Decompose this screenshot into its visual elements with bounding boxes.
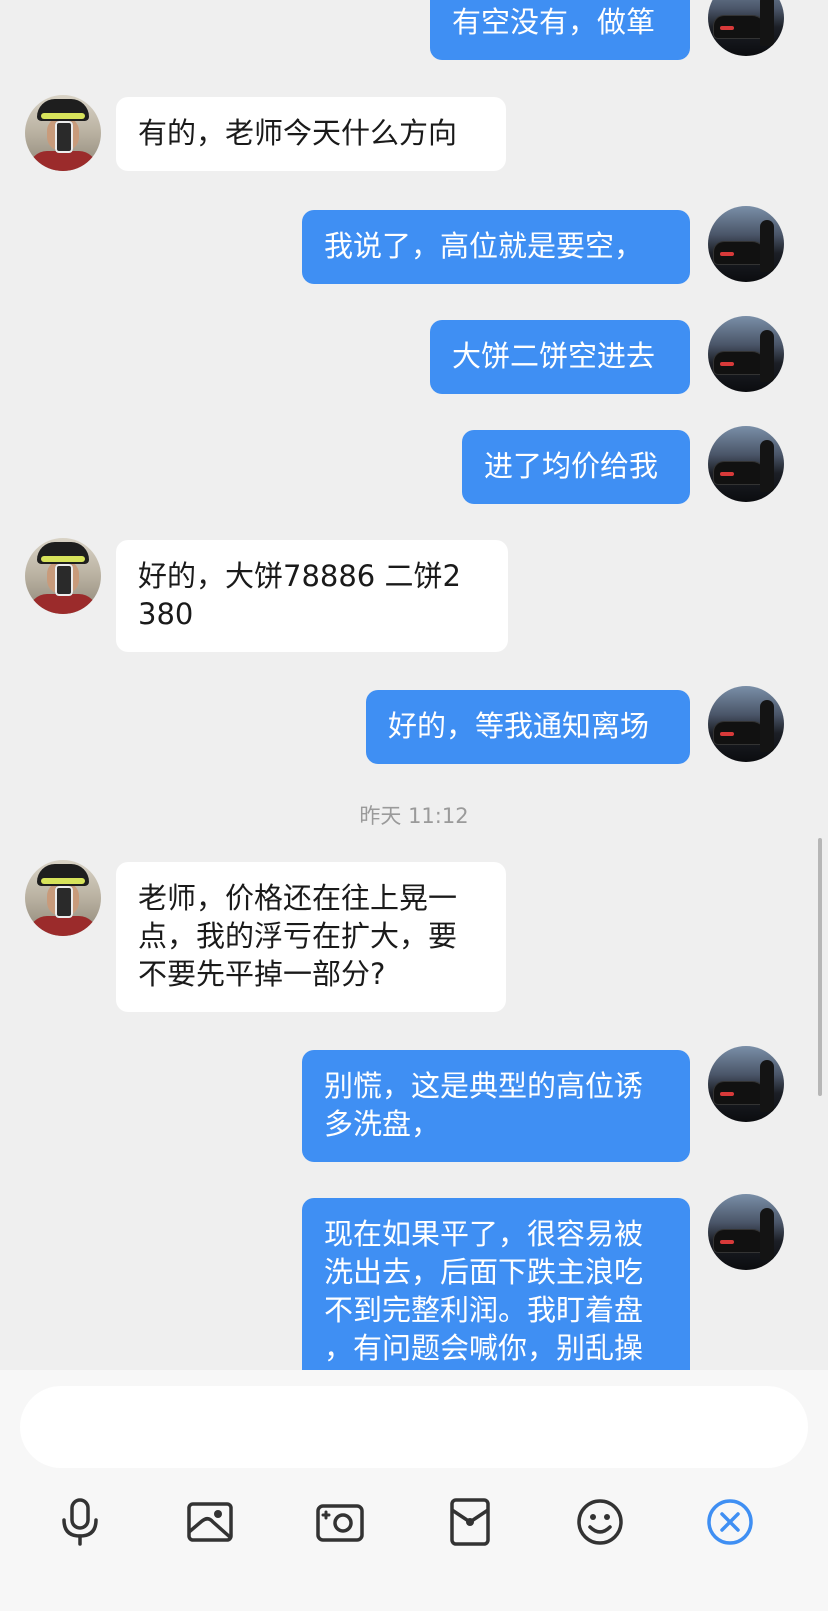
avatar-taillight-shape	[720, 252, 734, 256]
message-bubble-incoming[interactable]: 好的，大饼78886 二饼2 380	[116, 540, 508, 652]
avatar-person-shape	[760, 0, 774, 46]
avatar-person-shape	[760, 1060, 774, 1112]
message-bubble-outgoing[interactable]: 好的，等我通知离场	[366, 690, 690, 764]
message-bubble-outgoing[interactable]: 我说了，高位就是要空，	[302, 210, 690, 284]
close-icon[interactable]	[700, 1492, 760, 1552]
avatar-band-shape	[41, 556, 85, 562]
avatar-person-shape	[760, 700, 774, 752]
microphone-icon[interactable]	[50, 1492, 110, 1552]
avatar-band-shape	[41, 878, 85, 884]
avatar[interactable]	[708, 0, 784, 56]
avatar[interactable]	[708, 206, 784, 282]
avatar-shirt-shape	[29, 594, 97, 614]
avatar-phone-shape	[55, 886, 73, 918]
avatar[interactable]	[708, 686, 784, 762]
message-bubble-outgoing[interactable]: 别慌，这是典型的高位诱 多洗盘，	[302, 1050, 690, 1162]
avatar[interactable]	[25, 860, 101, 936]
message-input[interactable]	[20, 1386, 808, 1468]
chat-area[interactable]: 有空没有，做箪 有的，老师今天什么方向 我说了，高位就是要空， 大饼二饼空进去 …	[0, 0, 828, 1370]
avatar-person-shape	[760, 330, 774, 382]
message-timestamp: 昨天 11:12	[359, 804, 469, 828]
emoji-icon[interactable]	[570, 1492, 630, 1552]
avatar-person-shape	[760, 1208, 774, 1260]
avatar-phone-shape	[55, 121, 73, 153]
avatar-band-shape	[41, 113, 85, 119]
avatar[interactable]	[708, 316, 784, 392]
avatar-shirt-shape	[29, 916, 97, 936]
avatar-shirt-shape	[29, 151, 97, 171]
message-bubble-outgoing[interactable]: 现在如果平了，很容易被 洗出去，后面下跌主浪吃 不到完整利润。我盯着盘 ，有问题…	[302, 1198, 690, 1370]
message-bubble-outgoing[interactable]: 有空没有，做箪	[430, 0, 690, 60]
camera-icon[interactable]	[310, 1492, 370, 1552]
avatar[interactable]	[708, 1046, 784, 1122]
avatar-person-shape	[760, 440, 774, 492]
image-icon[interactable]	[180, 1492, 240, 1552]
avatar-taillight-shape	[720, 362, 734, 366]
message-bubble-incoming[interactable]: 有的，老师今天什么方向	[116, 97, 506, 171]
avatar-phone-shape	[55, 564, 73, 596]
red-packet-icon[interactable]	[440, 1492, 500, 1552]
input-panel	[0, 1370, 828, 1611]
avatar-person-shape	[760, 220, 774, 272]
avatar[interactable]	[25, 95, 101, 171]
avatar-taillight-shape	[720, 732, 734, 736]
avatar-taillight-shape	[720, 26, 734, 30]
avatar[interactable]	[25, 538, 101, 614]
avatar-taillight-shape	[720, 472, 734, 476]
message-bubble-outgoing[interactable]: 大饼二饼空进去	[430, 320, 690, 394]
message-bubble-incoming[interactable]: 老师，价格还在往上晃一 点，我的浮亏在扩大，要 不要先平掉一部分?	[116, 862, 506, 1012]
message-bubble-outgoing[interactable]: 进了均价给我	[462, 430, 690, 504]
scrollbar[interactable]	[818, 838, 822, 1096]
avatar-taillight-shape	[720, 1240, 734, 1244]
avatar[interactable]	[708, 426, 784, 502]
avatar[interactable]	[708, 1194, 784, 1270]
avatar-taillight-shape	[720, 1092, 734, 1096]
